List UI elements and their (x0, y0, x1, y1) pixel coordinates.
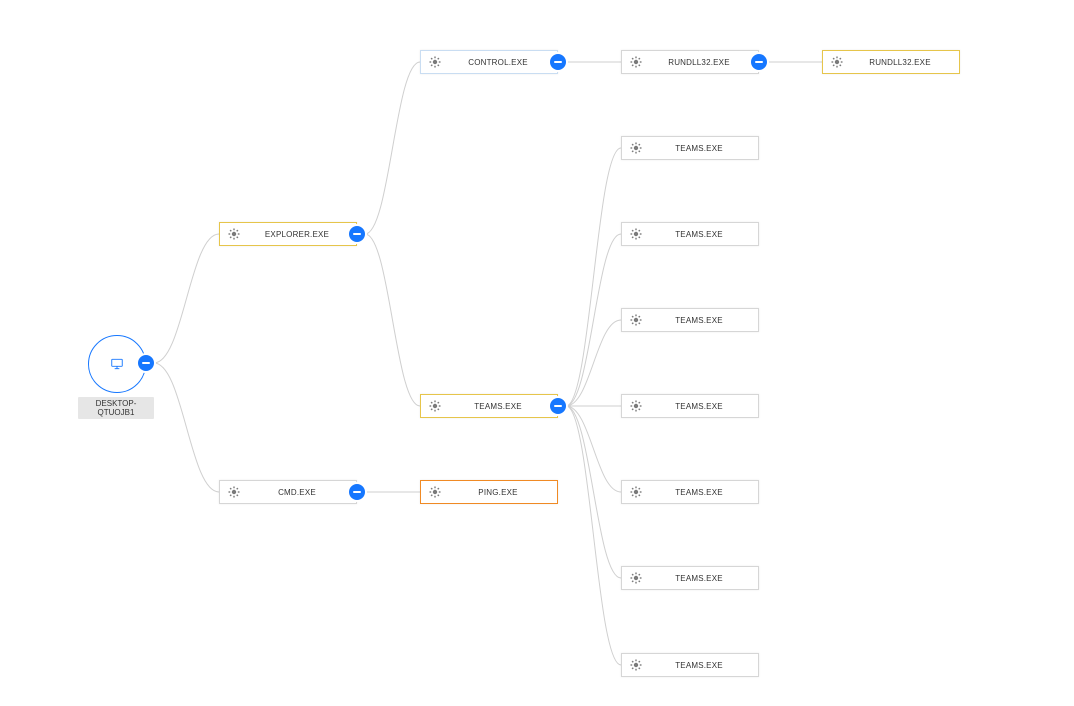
edge-teams-teams5 (566, 406, 621, 492)
edge-teams-teams2 (566, 234, 621, 406)
process-node-teams7[interactable]: TEAMS.EXE (621, 653, 759, 677)
edge-explorer-control (365, 62, 420, 234)
process-icon (622, 141, 650, 155)
process-label: EXPLORER.EXE (248, 230, 356, 239)
process-label: CMD.EXE (248, 488, 356, 497)
process-icon (622, 55, 650, 69)
process-node-teams6[interactable]: TEAMS.EXE (621, 566, 759, 590)
process-node-control[interactable]: CONTROL.EXE (420, 50, 558, 74)
process-label: TEAMS.EXE (650, 144, 758, 153)
process-icon (622, 399, 650, 413)
collapse-toggle-rundll1[interactable] (751, 54, 767, 70)
process-label: TEAMS.EXE (650, 402, 758, 411)
process-node-teams3[interactable]: TEAMS.EXE (621, 308, 759, 332)
process-node-teams1[interactable]: TEAMS.EXE (621, 136, 759, 160)
process-icon (622, 571, 650, 585)
process-icon (421, 399, 449, 413)
process-node-rundll1[interactable]: RUNDLL32.EXE (621, 50, 759, 74)
process-icon (622, 313, 650, 327)
process-icon (220, 227, 248, 241)
edge-teams-teams1 (566, 148, 621, 406)
process-icon (220, 485, 248, 499)
process-label: TEAMS.EXE (449, 402, 557, 411)
process-icon (622, 658, 650, 672)
root-collapse-toggle[interactable] (138, 355, 154, 371)
process-icon (823, 55, 851, 69)
process-node-explorer[interactable]: EXPLORER.EXE (219, 222, 357, 246)
edge-teams-teams6 (566, 406, 621, 578)
edge-rootR-explorer (154, 234, 219, 363)
collapse-toggle-control[interactable] (550, 54, 566, 70)
process-icon (622, 227, 650, 241)
edge-rootR-cmd (154, 363, 219, 492)
process-icon (421, 485, 449, 499)
process-node-teams4[interactable]: TEAMS.EXE (621, 394, 759, 418)
process-node-teams[interactable]: TEAMS.EXE (420, 394, 558, 418)
collapse-toggle-cmd[interactable] (349, 484, 365, 500)
process-node-teams5[interactable]: TEAMS.EXE (621, 480, 759, 504)
link-layer (0, 0, 1074, 706)
collapse-toggle-explorer[interactable] (349, 226, 365, 242)
process-label: TEAMS.EXE (650, 574, 758, 583)
root-host-label: DESKTOP-QTUOJB1 (78, 397, 154, 419)
edge-explorer-teams (365, 234, 420, 406)
process-label: RUNDLL32.EXE (851, 58, 959, 67)
process-label: CONTROL.EXE (449, 58, 557, 67)
process-label: TEAMS.EXE (650, 230, 758, 239)
process-label: PING.EXE (449, 488, 557, 497)
process-node-ping[interactable]: PING.EXE (420, 480, 558, 504)
monitor-icon (110, 357, 124, 371)
collapse-toggle-teams[interactable] (550, 398, 566, 414)
edge-teams-teams7 (566, 406, 621, 665)
process-label: RUNDLL32.EXE (650, 58, 758, 67)
process-label: TEAMS.EXE (650, 661, 758, 670)
process-node-teams2[interactable]: TEAMS.EXE (621, 222, 759, 246)
process-label: TEAMS.EXE (650, 316, 758, 325)
process-icon (622, 485, 650, 499)
process-node-rundll2[interactable]: RUNDLL32.EXE (822, 50, 960, 74)
edge-teams-teams3 (566, 320, 621, 406)
process-node-cmd[interactable]: CMD.EXE (219, 480, 357, 504)
process-label: TEAMS.EXE (650, 488, 758, 497)
process-icon (421, 55, 449, 69)
